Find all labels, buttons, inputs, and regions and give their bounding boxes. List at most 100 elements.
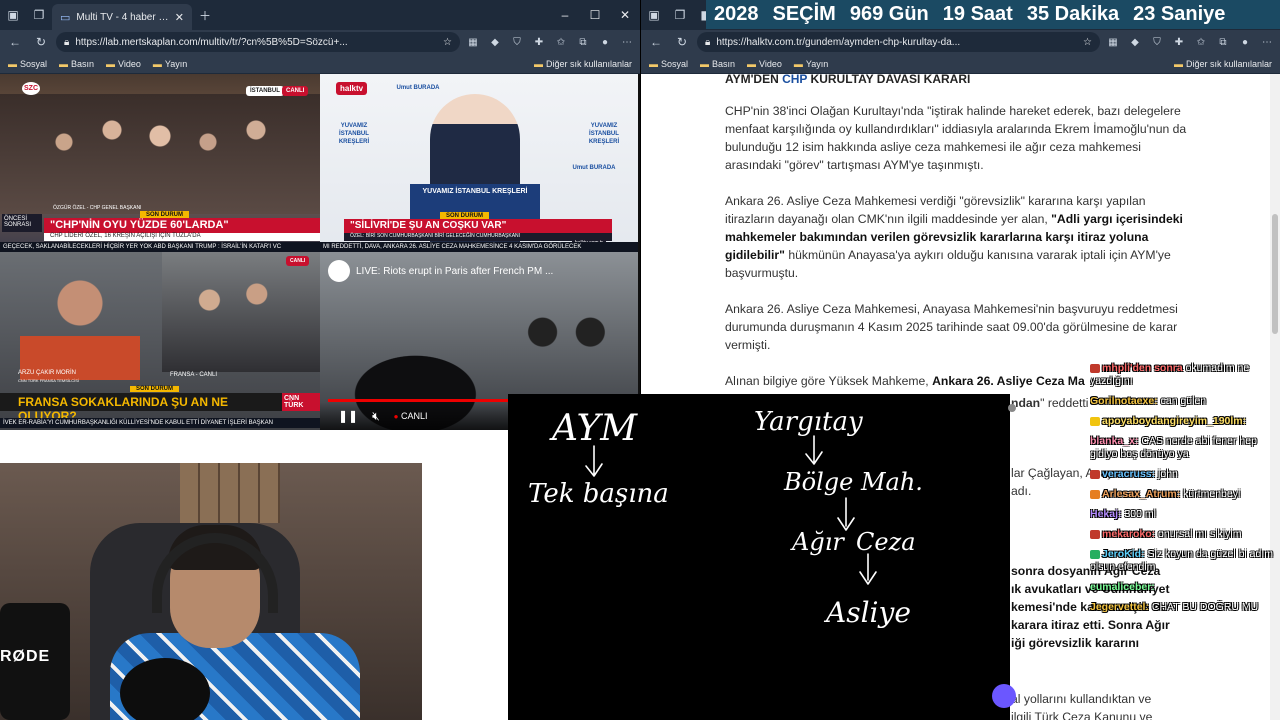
folder-icon: ▬ [59,58,69,69]
election-countdown: 2028 SEÇİM 969 Gün 19 Saat 35 Dakika 23 … [706,0,1280,29]
workspaces-icon[interactable]: ▣ [641,8,667,22]
bookmark-folder[interactable]: ▬ Yayın [794,59,828,69]
chat-message: apoyaboydangireyim_190lm: [1090,415,1280,428]
speaker-label: ÖZGÜR ÖZEL - CHP GENEL BAŞKANI [53,205,142,211]
bookmark-folder[interactable]: ▬ Video [747,59,782,69]
bookmark-folder[interactable]: ▬ Basın [700,59,735,69]
badge-icon [1090,529,1100,539]
bookmark-folder[interactable]: ▬ Sosyal [649,59,688,69]
article-fragment: adı. [1011,484,1032,498]
favorites-icon[interactable]: ✩ [552,37,570,48]
video-tile-cnnturk[interactable]: CANLI ARZU ÇAKIR MORİN CNN TÜRK FRANSA T… [0,252,320,430]
favorites-icon[interactable]: ✩ [1192,37,1210,48]
collections-icon[interactable]: ⧉ [574,37,592,48]
chat-username[interactable]: mhpli'den sonra [1102,362,1186,374]
maximize-icon[interactable]: ☐ [580,8,610,22]
back-icon[interactable]: ← [4,35,26,49]
folder-icon: ▬ [747,58,757,69]
chat-text: can gülen [1160,395,1207,407]
chat-username[interactable]: Gorilnotaexe: [1090,395,1161,407]
extension-icon[interactable]: ◆ [1126,37,1144,48]
chat-username[interactable]: apoyaboydangireyim_190lm: [1102,415,1246,427]
live-tag: CANLI [282,86,309,96]
wb-yargitay: Yargıtay [754,407,863,437]
chat-message: Gorilnotaexe: can gülen [1090,395,1280,408]
favorite-icon[interactable]: ☆ [1083,37,1092,48]
stream-chat: mhpli'den sonra okumadım ne yazdığını Gor… [1090,362,1280,720]
close-tab-icon[interactable]: ✕ [175,11,184,24]
chat-username[interactable]: blanka_x: [1090,435,1141,447]
handwriting-canvas: AYM Tek başına Yargıtay Bölge Mah. Ağır … [528,407,923,629]
other-bookmarks[interactable]: ▬ Diğer sık kullanılanlar [534,59,632,69]
chat-username[interactable]: Hekaj: [1090,508,1124,520]
article-paragraph: CHP'nin 38'inci Olağan Kurultayı'nda "iş… [725,104,1187,172]
chat-username[interactable]: eumaliceber: [1090,581,1155,593]
chat-username[interactable]: veracruss: [1102,468,1158,480]
avatar[interactable]: ● [596,37,614,48]
bookmark-folder[interactable]: ▬ Basın [59,59,94,69]
chat-message: eumaliceber: [1090,581,1280,594]
refresh-icon[interactable]: ↻ [30,35,52,49]
video-tile-halktv[interactable]: halktv Umut BURADA YUVAMIZ İSTANBUL KREŞL… [320,74,638,252]
address-bar[interactable]: 🔒︎ https://halktv.com.tr/gundem/aymden-c… [697,32,1100,52]
countdown-seconds: 23 Saniye [1133,3,1226,25]
subline: CHP LİDERİ ÖZEL, 16 KREŞİN AÇILIŞI İÇİN … [44,233,320,241]
headline: FRANSA SOKAKLARINDA ŞU AN NE OLUYOR? [0,393,282,423]
tab-actions-icon[interactable]: ❐ [667,8,693,22]
countdown-hours: 19 Saat [942,3,1013,25]
wb-agir: Ağır [790,528,845,556]
favorite-icon[interactable]: ☆ [443,37,452,48]
chat-username[interactable]: mekaroko: [1102,528,1158,540]
badge-icon [1090,363,1100,373]
arrow-icon [859,553,877,585]
chat-message: Arlesax_Atrum: kürtmenbeyi [1090,488,1280,501]
folder-icon: ▬ [700,58,710,69]
minimize-icon[interactable]: – [550,8,580,22]
address-bar[interactable]: 🔒︎ https://lab.mertskaplan.com/multitv/t… [56,32,460,52]
chat-username[interactable]: Jegervettel: [1090,601,1152,613]
pause-icon[interactable]: ❚❚ [338,409,358,423]
tab-actions-icon[interactable]: ❐ [26,8,52,22]
drawing-board[interactable]: AYM Tek başına Yargıtay Bölge Mah. Ağır … [508,394,1016,720]
shield-icon[interactable]: ⛉ [508,37,526,48]
copilot-button[interactable] [992,684,1016,708]
board-dot [1008,404,1016,412]
menu-icon[interactable]: ⋯ [1258,37,1276,48]
other-bookmarks[interactable]: ▬ Diğer sık kullanılanlar [1174,59,1272,69]
brand-tile: YUVAMIZ İSTANBUL KREŞLERİ [588,123,620,145]
collections-icon[interactable]: ⧉ [1214,37,1232,48]
menu-icon[interactable]: ⋯ [618,37,636,48]
chat-message: Hekaj: 300 ml [1090,508,1280,521]
reporter-name: ARZU ÇAKIR MORİN [18,370,77,376]
bookmark-folder[interactable]: ▬ Sosyal [8,59,47,69]
arrow-icon [837,497,855,531]
workspaces-icon[interactable]: ▣ [0,8,26,22]
mute-icon[interactable]: 🔇︎ [372,409,380,424]
folder-icon: ▬ [8,58,17,69]
new-tab-icon[interactable]: ＋ [192,7,218,24]
close-window-icon[interactable]: ✕ [610,8,640,22]
back-icon[interactable]: ← [645,35,667,49]
avatar[interactable]: ● [1236,37,1254,48]
bookmark-folder[interactable]: ▬ Yayın [153,59,187,69]
channel-avatar[interactable] [328,260,350,282]
reporter-image [20,270,140,380]
brand-tile: Umut BURADA [572,165,616,171]
extension-icon[interactable]: ◆ [486,37,504,48]
chat-username[interactable]: Arlesax_Atrum: [1102,488,1183,500]
refresh-icon[interactable]: ↻ [671,35,693,49]
countdown-minutes: 35 Dakika [1026,3,1120,25]
left-tab-bar: ▣ ❐ ▭ Multi TV - 4 haber kanalını a ✕ ＋ … [0,0,640,30]
scrollbar-thumb[interactable] [1272,214,1278,334]
shield-icon[interactable]: ⛉ [1148,37,1166,48]
extension-icon[interactable]: ▦ [1104,37,1122,48]
tab-multitv[interactable]: ▭ Multi TV - 4 haber kanalını a ✕ [52,4,192,30]
extensions-icon[interactable]: ✚ [530,37,548,48]
brand-tile: YUVAMIZ İSTANBUL KREŞLERİ [338,123,370,145]
extensions-icon[interactable]: ✚ [1170,37,1188,48]
bookmark-folder[interactable]: ▬ Video [106,59,141,69]
video-title-bar[interactable]: LIVE: Riots erupt in Paris after French … [328,260,553,282]
extension-icon[interactable]: ▦ [464,37,482,48]
chat-username[interactable]: JeroKid: [1102,548,1148,560]
video-tile-szc[interactable]: SZC İSTANBUL CANLI ÖNCESİ SONRASI ÖZGÜR … [0,74,320,252]
